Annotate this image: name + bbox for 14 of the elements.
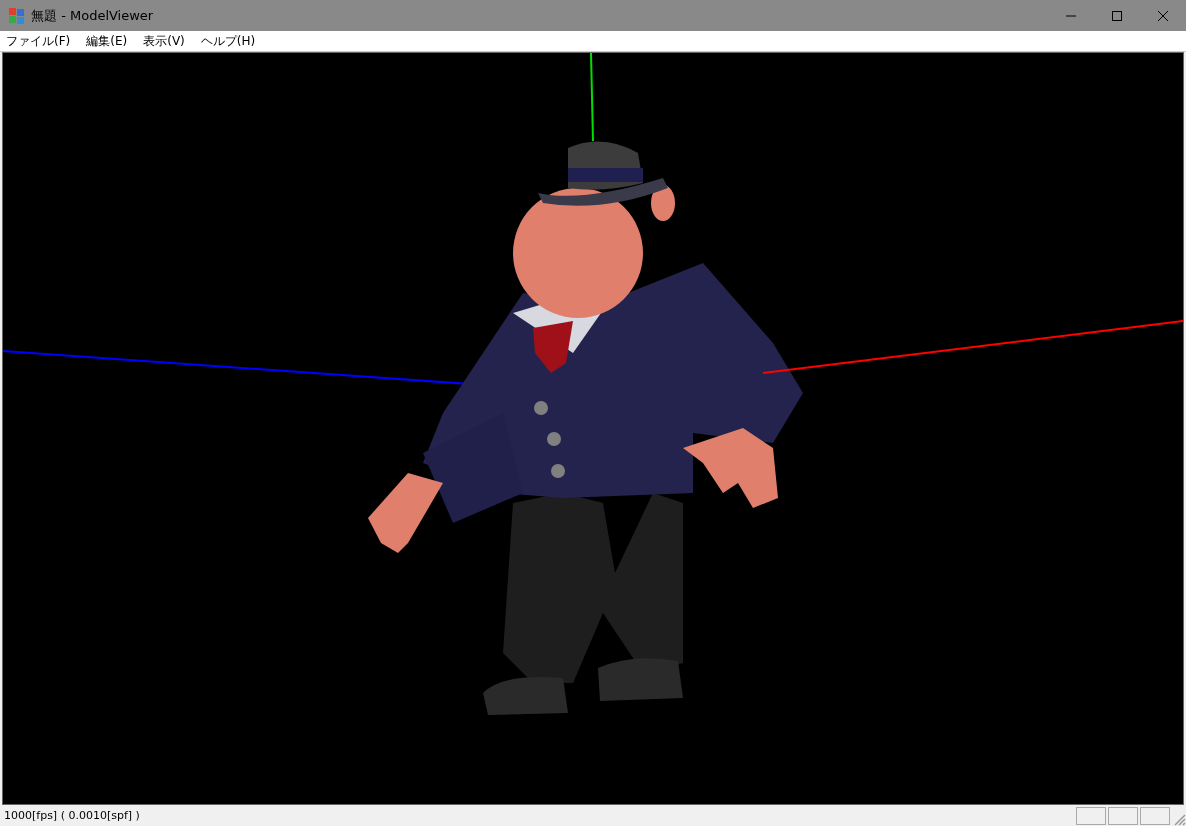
- status-panel: [1108, 806, 1138, 825]
- status-panel: [1140, 806, 1170, 825]
- status-text: 1000[fps] ( 0.0010[spf] ): [4, 809, 140, 822]
- menu-item[interactable]: ファイル(F): [4, 32, 73, 50]
- 3d-viewport[interactable]: [2, 52, 1184, 805]
- window-title: 無題 - ModelViewer: [31, 6, 154, 25]
- app-icon: [8, 6, 26, 25]
- status-panel: [1076, 806, 1106, 825]
- close-icon: [1157, 9, 1169, 22]
- maximize-icon: [1111, 9, 1123, 22]
- menu-item[interactable]: 編集(E): [84, 32, 130, 50]
- menu-item[interactable]: 表示(V): [141, 32, 187, 50]
- menu-item[interactable]: ヘルプ(H): [198, 32, 258, 50]
- resize-grip-icon[interactable]: [1172, 812, 1186, 826]
